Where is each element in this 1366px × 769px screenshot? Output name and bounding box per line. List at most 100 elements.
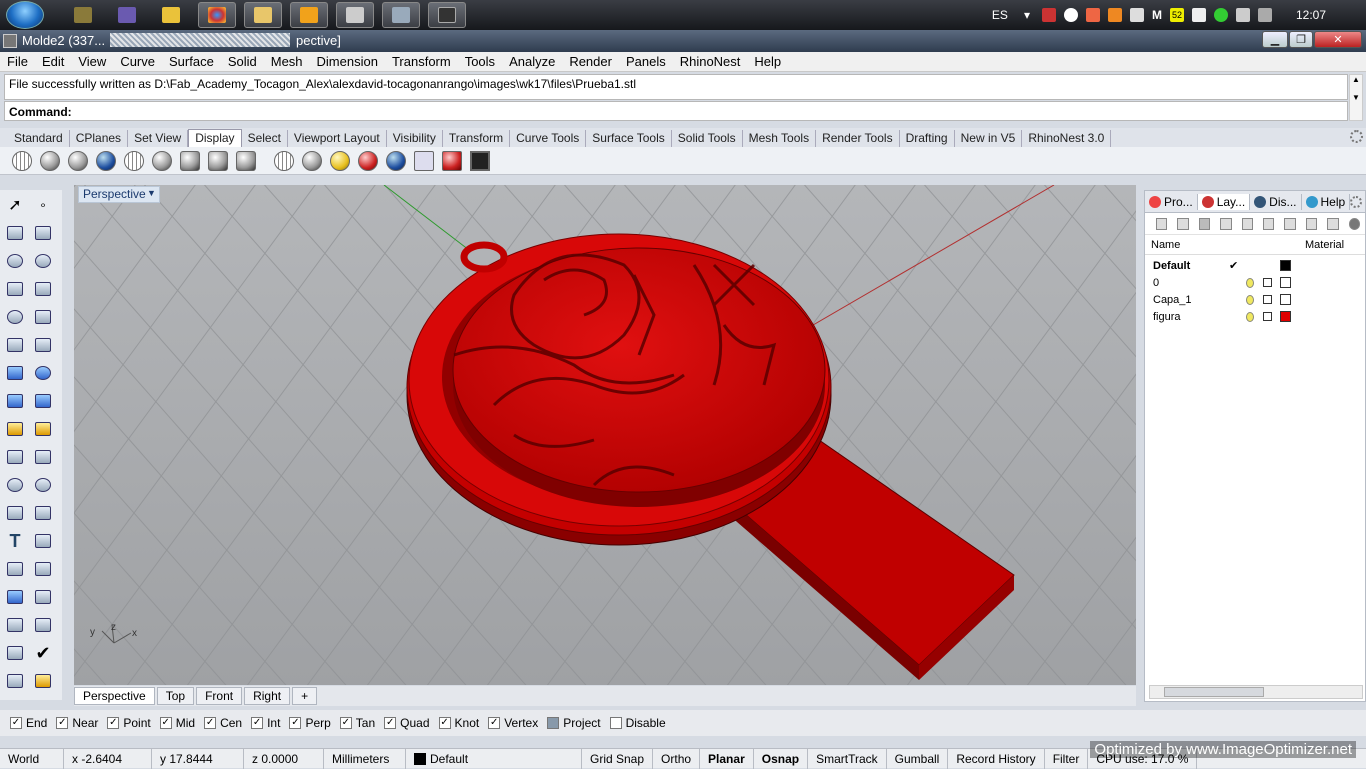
- toolbar-tab-rhinonest-3-0[interactable]: RhinoNest 3.0: [1022, 130, 1112, 147]
- edit-points-icon[interactable]: [32, 502, 54, 524]
- delete-layer-icon[interactable]: [1198, 217, 1211, 230]
- array-icon[interactable]: [4, 614, 26, 636]
- dimension-icon[interactable]: [32, 530, 54, 552]
- volume-icon[interactable]: [1235, 8, 1250, 22]
- cloud-icon[interactable]: [1063, 8, 1078, 22]
- current-layer[interactable]: Default: [406, 748, 582, 769]
- sphere-icon[interactable]: [32, 362, 54, 384]
- osnap-disable[interactable]: Disable: [609, 716, 666, 730]
- new-sublayer-icon[interactable]: [1177, 217, 1189, 230]
- menu-file[interactable]: File: [0, 54, 35, 69]
- split-icon[interactable]: [32, 446, 54, 468]
- lock-icon[interactable]: [1263, 312, 1272, 321]
- explode-icon[interactable]: [32, 418, 54, 440]
- start-button[interactable]: [6, 1, 44, 29]
- osnap-checkbox[interactable]: ✓: [488, 717, 501, 729]
- box-icon[interactable]: [4, 362, 26, 384]
- viewport-tab-front[interactable]: Front: [196, 687, 243, 705]
- toolbar-tab-set-view[interactable]: Set View: [128, 130, 189, 147]
- tray-chevron-icon[interactable]: ▾: [1024, 8, 1030, 22]
- flag-icon[interactable]: [1041, 8, 1056, 22]
- clock[interactable]: 12:07: [1296, 8, 1326, 22]
- measure-icon[interactable]: [32, 586, 54, 608]
- menu-render[interactable]: Render: [562, 54, 619, 69]
- zebra-icon[interactable]: [236, 150, 256, 171]
- planar-toggle[interactable]: Planar: [700, 748, 754, 769]
- osnap-perp[interactable]: ✓ Perp: [289, 716, 331, 730]
- osnap-checkbox[interactable]: ✓: [384, 717, 397, 729]
- panel-settings-icon[interactable]: [1350, 196, 1362, 208]
- circle-icon[interactable]: [4, 250, 26, 272]
- menu-surface[interactable]: Surface: [162, 54, 221, 69]
- osnap-checkbox[interactable]: ✓: [10, 717, 22, 729]
- layer-color-swatch[interactable]: [1280, 311, 1291, 322]
- grid-snap-toggle[interactable]: Grid Snap: [582, 748, 654, 769]
- lock-icon[interactable]: [1263, 295, 1272, 304]
- command-line[interactable]: Command:: [4, 101, 1348, 121]
- render-mesh-icon[interactable]: [274, 150, 294, 171]
- layer-color-swatch[interactable]: [1280, 294, 1291, 305]
- wireframe-viewport-icon[interactable]: [12, 150, 32, 171]
- layer-color-swatch[interactable]: [1280, 277, 1291, 288]
- toolbar-tab-new-in-v5[interactable]: New in V5: [955, 130, 1023, 147]
- render-icon[interactable]: [4, 670, 26, 692]
- osnap-cen[interactable]: ✓ Cen: [204, 716, 242, 730]
- command-scrollbar[interactable]: ▲ ▼: [1349, 74, 1363, 121]
- ellipse-icon[interactable]: [32, 250, 54, 272]
- menu-view[interactable]: View: [71, 54, 113, 69]
- pen-viewport-icon[interactable]: [208, 150, 228, 171]
- panel-tab-1[interactable]: Lay...: [1197, 193, 1251, 210]
- environment-map-icon[interactable]: [302, 150, 322, 171]
- toolbar-tab-surface-tools[interactable]: Surface Tools: [586, 130, 672, 147]
- viewport-tab-right[interactable]: Right: [244, 687, 291, 705]
- toolbar-tab-cplanes[interactable]: CPlanes: [70, 130, 129, 147]
- col-name[interactable]: Name: [1151, 239, 1227, 251]
- light-icon[interactable]: [4, 418, 26, 440]
- taskbar-rhino[interactable]: [336, 2, 374, 28]
- toolbar-tab-standard[interactable]: Standard: [8, 130, 70, 147]
- select-arrow-icon[interactable]: ➚: [4, 194, 26, 216]
- osnap-checkbox[interactable]: ✓: [56, 717, 69, 729]
- osnap-tan[interactable]: ✓ Tan: [339, 716, 375, 730]
- menu-tools[interactable]: Tools: [458, 54, 502, 69]
- visibility-bulb-icon[interactable]: [1246, 311, 1254, 322]
- osnap-toggle[interactable]: Osnap: [754, 748, 809, 769]
- record-history-toggle[interactable]: Record History: [948, 748, 1045, 769]
- menu-analyze[interactable]: Analyze: [502, 54, 562, 69]
- rhino-icon[interactable]: [3, 34, 17, 48]
- check-icon[interactable]: ✔: [32, 642, 54, 664]
- monitor-icon[interactable]: [470, 150, 490, 171]
- align-icon[interactable]: [32, 614, 54, 636]
- layer-state-icon[interactable]: [1305, 217, 1318, 230]
- toolbar-tab-viewport-layout[interactable]: Viewport Layout: [288, 130, 387, 147]
- network-cloud-icon[interactable]: [1129, 8, 1144, 22]
- minimize-button[interactable]: ▁: [1262, 31, 1288, 48]
- toolbar-tab-select[interactable]: Select: [242, 130, 288, 147]
- lights-icon[interactable]: [330, 150, 350, 171]
- toolbar-tab-render-tools[interactable]: Render Tools: [816, 130, 900, 147]
- device-icon[interactable]: [1191, 8, 1206, 22]
- toolbar-tab-solid-tools[interactable]: Solid Tools: [672, 130, 743, 147]
- viewport-menu-arrow-icon[interactable]: ▼: [147, 188, 156, 198]
- maximize-button[interactable]: ❐: [1289, 31, 1313, 48]
- layer-row[interactable]: Default ✔: [1145, 257, 1365, 274]
- viewport-canvas[interactable]: y z x: [74, 185, 1136, 685]
- boolean-icon[interactable]: [4, 586, 26, 608]
- toolbar-tab-drafting[interactable]: Drafting: [900, 130, 955, 147]
- group-icon[interactable]: [32, 474, 54, 496]
- panel-tab-3[interactable]: Help: [1302, 193, 1351, 210]
- paint-icon[interactable]: [32, 670, 54, 692]
- rebuild-icon[interactable]: [4, 502, 26, 524]
- menu-curve[interactable]: Curve: [113, 54, 162, 69]
- viewport-tab-perspective[interactable]: Perspective: [74, 687, 155, 705]
- trim-icon[interactable]: [4, 446, 26, 468]
- ghosted-viewport-icon[interactable]: [68, 150, 88, 171]
- osnap-checkbox[interactable]: [547, 717, 560, 729]
- filter-toggle[interactable]: Filter: [1045, 748, 1089, 769]
- menu-solid[interactable]: Solid: [221, 54, 264, 69]
- osnap-checkbox[interactable]: ✓: [204, 717, 217, 729]
- osnap-int[interactable]: ✓ Int: [251, 716, 280, 730]
- perspective-viewport[interactable]: y z x: [74, 185, 1136, 685]
- layer-row[interactable]: figura: [1145, 308, 1365, 325]
- fillet-curve-icon[interactable]: [32, 306, 54, 328]
